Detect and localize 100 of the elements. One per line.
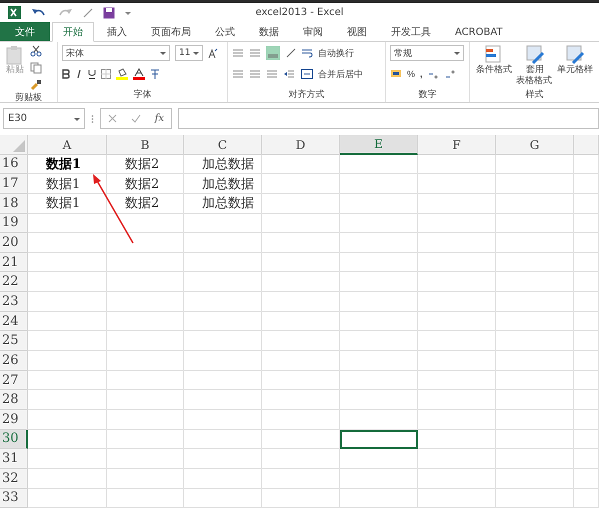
percent-button[interactable]: % <box>407 69 416 79</box>
table-cell <box>574 390 599 410</box>
row-header[interactable]: 33 <box>0 488 28 508</box>
table-cell: 数据2 <box>107 174 184 194</box>
italic-icon[interactable] <box>75 69 83 79</box>
brush-icon[interactable] <box>30 79 42 91</box>
dropdown-icon[interactable] <box>193 50 199 56</box>
copy-icon[interactable] <box>30 62 42 74</box>
left-align-icon[interactable] <box>232 68 244 80</box>
ribbon-tab[interactable]: 开始 <box>52 22 94 42</box>
row-header[interactable]: 23 <box>0 292 28 312</box>
row-header[interactable]: 29 <box>0 410 28 430</box>
ribbon-tab[interactable]: 开发工具 <box>380 22 442 41</box>
styles-button[interactable]: 条件格式 <box>474 45 514 88</box>
row-header[interactable]: 21 <box>0 252 28 272</box>
row-header[interactable]: 27 <box>0 370 28 390</box>
column-header[interactable]: B <box>107 135 184 155</box>
phonetic-icon[interactable] <box>150 68 160 80</box>
table-cell <box>574 174 599 194</box>
ribbon-tab[interactable]: 视图 <box>336 22 378 41</box>
center-align-icon[interactable] <box>249 68 261 80</box>
column-header[interactable]: C <box>184 135 262 155</box>
merge-center-button[interactable]: 合并后居中 <box>301 66 363 82</box>
selected-cell[interactable] <box>340 430 418 450</box>
comma-button[interactable]: , <box>420 69 423 79</box>
formula-input-field[interactable] <box>178 108 599 129</box>
undo-icon[interactable] <box>31 6 47 18</box>
table-cell <box>574 410 599 430</box>
number-format-field[interactable]: 常规 <box>390 45 464 61</box>
decrease-decimal-icon[interactable] <box>444 68 457 80</box>
table-cell: 数据1 <box>28 194 107 214</box>
styles-button[interactable]: 单元格样 <box>555 45 595 88</box>
table-cell: 加总数据 <box>184 154 262 174</box>
table-cell <box>574 449 599 469</box>
ribbon-tab[interactable]: 公式 <box>204 22 246 41</box>
underline-icon[interactable] <box>88 69 96 79</box>
table-cell <box>574 252 599 272</box>
table-cell: 加总数据 <box>184 194 262 214</box>
font-name-field[interactable]: 宋体 <box>62 45 170 61</box>
font-size-field[interactable]: 11 <box>175 45 203 61</box>
ribbon-tab[interactable]: ACROBAT <box>444 22 514 41</box>
styles-button[interactable]: 套用表格格式 <box>516 45 553 88</box>
column-header[interactable]: D <box>262 135 340 155</box>
file-tab[interactable]: 文件 <box>0 22 50 41</box>
clipboard-icon <box>6 45 24 65</box>
merge-icon <box>301 68 313 80</box>
check-icon[interactable] <box>130 114 141 123</box>
row-header[interactable]: 28 <box>0 390 28 410</box>
row-header[interactable]: 25 <box>0 331 28 352</box>
ribbon-tab[interactable]: 页面布局 <box>140 22 202 41</box>
group-label: 对齐方式 <box>288 90 324 100</box>
row-header[interactable]: 32 <box>0 468 28 489</box>
orientation-icon[interactable] <box>285 47 297 59</box>
row-header[interactable]: 17 <box>0 174 28 194</box>
currency-icon[interactable] <box>390 68 402 80</box>
row-header[interactable]: 16 <box>0 154 28 174</box>
right-align-icon[interactable] <box>266 68 278 80</box>
dropdown-icon[interactable] <box>125 10 131 16</box>
row-header[interactable]: 24 <box>0 312 28 332</box>
ribbon-tab[interactable]: 数据 <box>248 22 290 41</box>
table-cell <box>574 292 599 312</box>
scissors-icon[interactable] <box>30 45 42 57</box>
wrap-text-button[interactable]: 自动换行 <box>301 45 363 61</box>
column-header[interactable]: A <box>28 135 107 155</box>
table-cell: 数据2 <box>107 194 184 214</box>
table-cell <box>574 214 599 234</box>
fill-color-icon[interactable] <box>116 68 128 80</box>
ribbon-tab[interactable]: 插入 <box>96 22 138 41</box>
top-align-icon[interactable] <box>232 47 244 59</box>
middle-align-icon[interactable] <box>249 47 261 59</box>
table-format-icon <box>524 45 544 65</box>
row-header[interactable]: 26 <box>0 351 28 371</box>
dropdown-icon[interactable] <box>454 50 460 56</box>
dropdown-icon[interactable] <box>160 50 166 56</box>
bottom-align-icon[interactable] <box>266 46 280 60</box>
row-header[interactable]: 22 <box>0 272 28 292</box>
group-label: 数字 <box>418 90 436 100</box>
table-cell <box>574 312 599 332</box>
bold-icon[interactable] <box>62 69 70 79</box>
table-cell <box>574 194 599 214</box>
group-label: 字体 <box>134 90 152 100</box>
name-box[interactable]: E30 <box>3 108 85 129</box>
grow-font-icon[interactable] <box>208 48 218 58</box>
column-header[interactable]: F <box>418 135 496 155</box>
border-icon[interactable] <box>101 69 111 79</box>
dropdown-icon[interactable] <box>74 116 80 122</box>
save-icon[interactable] <box>103 6 115 18</box>
insert-function-button[interactable]: fx <box>154 113 164 124</box>
font-color-icon[interactable] <box>133 68 145 80</box>
row-header[interactable]: 20 <box>0 233 28 253</box>
indent-icon[interactable] <box>283 68 295 80</box>
row-header[interactable]: 30 <box>0 430 28 450</box>
row-header[interactable]: 31 <box>0 449 28 469</box>
column-header[interactable]: E <box>340 135 418 155</box>
table-cell: 加总数据 <box>184 174 262 194</box>
row-header[interactable]: 19 <box>0 214 28 234</box>
table-cell <box>574 351 599 371</box>
row-header[interactable]: 18 <box>0 194 28 214</box>
ribbon-tab[interactable]: 审阅 <box>292 22 334 41</box>
column-header[interactable]: G <box>496 135 574 155</box>
